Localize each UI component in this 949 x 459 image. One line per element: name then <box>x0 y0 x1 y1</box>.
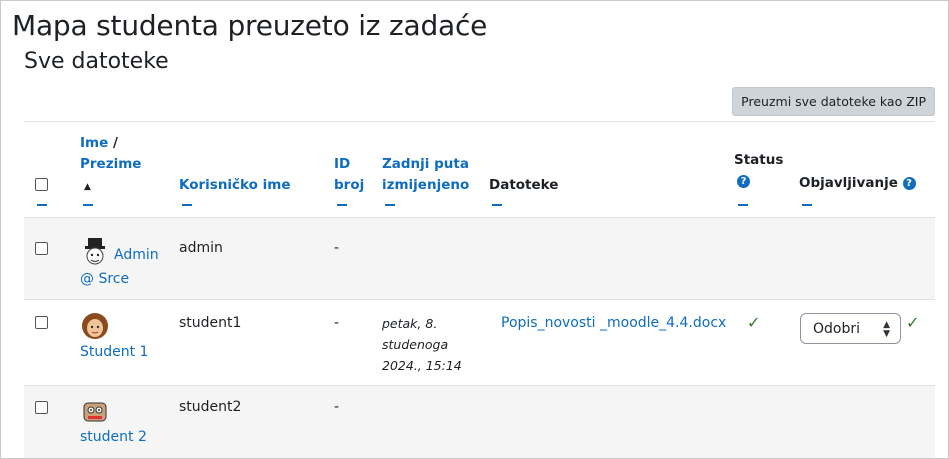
sort-modified-link[interactable]: Zadnji puta izmijenjeno <box>382 154 469 196</box>
username-student1: student1 <box>179 315 242 331</box>
header-id-line2: broj <box>334 177 365 193</box>
idnumber-student2: - <box>334 399 340 415</box>
table-row <box>24 386 935 458</box>
download-all-zip-button[interactable]: Preuzmi sve datoteke kao ZIP <box>732 87 935 116</box>
table-row <box>24 218 935 299</box>
header-modified-line2: izmijenjeno <box>382 177 470 193</box>
header-files: Datoteke <box>489 177 559 193</box>
sort-lastname-link[interactable]: Prezime <box>80 156 141 172</box>
sort-idnumber-link[interactable]: ID broj <box>334 154 364 196</box>
modified-line2: studenoga <box>382 337 449 352</box>
header-id-line1: ID <box>334 156 351 172</box>
file-link-student1[interactable]: Popis_novosti _moodle_4.4.docx <box>501 315 726 331</box>
row-checkbox-student1[interactable] <box>35 316 48 329</box>
username-admin: admin <box>179 240 223 256</box>
column-collapse-status[interactable] <box>738 204 748 206</box>
header-publishing: Objavljivanje ? <box>799 173 916 194</box>
modified-line3: 2024., 15:14 <box>382 358 462 373</box>
table-top-border <box>24 121 935 122</box>
user-link-student2[interactable]: student 2 <box>80 429 147 445</box>
column-collapse-publishing[interactable] <box>802 204 812 206</box>
modified-student1: petak, 8. studenoga 2024., 15:14 <box>382 313 462 376</box>
column-collapse-modified[interactable] <box>385 204 395 206</box>
header-name-separator: / <box>108 135 118 151</box>
header-name: Ime / Prezime ▲ <box>80 133 141 198</box>
publish-select-value: Odobri <box>813 321 861 337</box>
username-student2: student2 <box>179 399 242 415</box>
header-status-label: Status <box>734 152 784 168</box>
publishing-help-icon[interactable]: ? <box>902 176 916 190</box>
header-modified-line1: Zadnji puta <box>382 156 469 172</box>
avatar-student2[interactable] <box>80 397 110 427</box>
column-collapse-select[interactable] <box>37 204 47 206</box>
header-publishing-label: Objavljivanje <box>799 175 898 191</box>
header-status: Status ? <box>734 150 783 192</box>
sort-asc-icon: ▲ <box>84 182 91 192</box>
modified-line1: petak, 8. <box>382 316 438 331</box>
idnumber-admin: - <box>334 240 340 256</box>
sort-username-link[interactable]: Korisničko ime <box>179 175 291 196</box>
page-title: Mapa studenta preuzeto iz zadaće <box>12 9 488 42</box>
select-arrows-icon: ▲ ▼ <box>883 320 890 339</box>
user-link-admin[interactable]: Admin <box>114 242 159 268</box>
user-link-student1[interactable]: Student 1 <box>80 344 148 360</box>
column-collapse-username[interactable] <box>182 204 192 206</box>
column-collapse-name[interactable] <box>83 204 93 206</box>
publish-select-student1[interactable]: Odobri ▲ ▼ <box>800 313 901 344</box>
avatar-student1[interactable] <box>80 311 110 341</box>
avatar-admin[interactable] <box>80 237 110 267</box>
user-link-admin-line2[interactable]: @ Srce <box>80 269 129 290</box>
row-checkbox-admin[interactable] <box>35 242 48 255</box>
publish-check-icon: ✓ <box>906 315 920 332</box>
column-collapse-id[interactable] <box>337 204 347 206</box>
sort-firstname-link[interactable]: Ime <box>80 135 108 151</box>
idnumber-student1: - <box>334 315 340 331</box>
section-title: Sve datoteke <box>24 49 169 74</box>
row-divider <box>24 299 935 300</box>
column-collapse-files[interactable] <box>492 204 502 206</box>
select-all-checkbox[interactable] <box>35 178 48 191</box>
status-check-icon: ✓ <box>747 315 761 332</box>
status-help-icon[interactable]: ? <box>737 174 750 188</box>
row-checkbox-student2[interactable] <box>35 401 48 414</box>
assignment-files-page: Mapa studenta preuzeto iz zadaće Sve dat… <box>0 0 949 459</box>
